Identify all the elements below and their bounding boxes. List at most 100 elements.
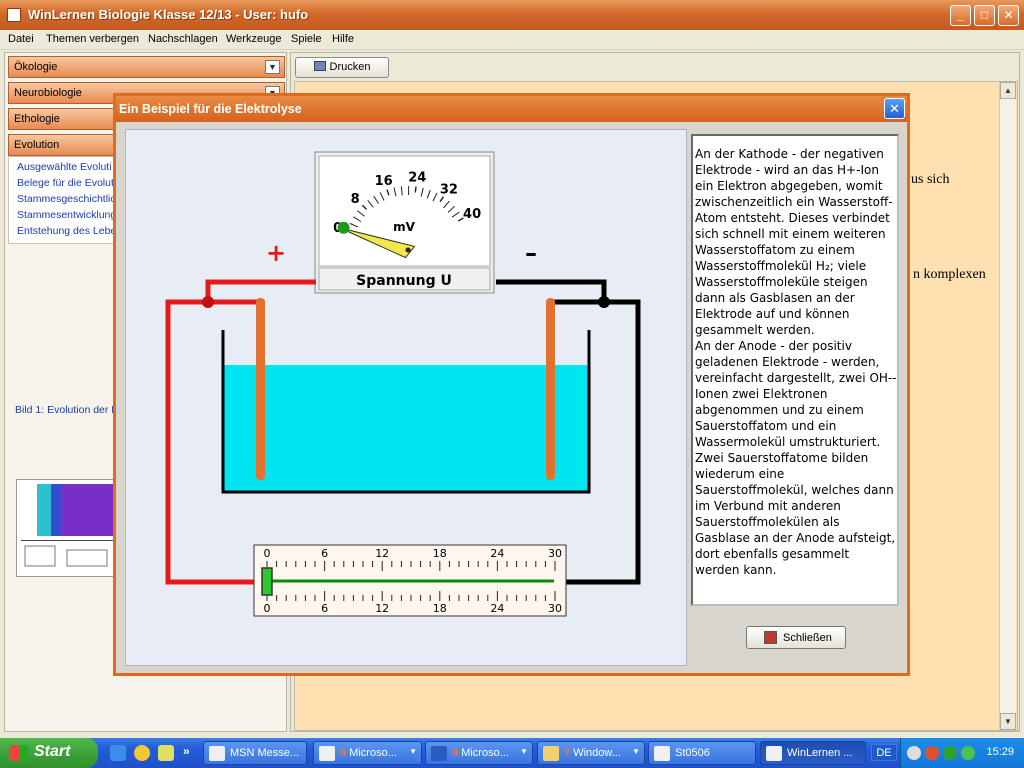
window-title: WinLernen Biologie Klasse 12/13 - User: … — [28, 7, 309, 22]
meter-scale-label: 24 — [408, 171, 426, 186]
task-msn-messenger[interactable]: MSN Messe... — [203, 741, 307, 765]
slider-scale-label: 24 — [490, 602, 504, 615]
slider-scale-label: 18 — [433, 602, 447, 615]
negative-sign: – — [525, 239, 537, 267]
dialog-titlebar[interactable]: Ein Beispiel für die Elektrolyse ✕ — [116, 96, 907, 122]
electrolysis-dialog: Ein Beispiel für die Elektrolyse ✕ Spann… — [113, 93, 910, 676]
menu-bar: Datei Themen verbergen Nachschlagen Werk… — [0, 30, 1024, 50]
task-label-wrap: 6 Microso... — [340, 747, 397, 759]
slider-thumb[interactable] — [261, 567, 273, 596]
task-winlernen[interactable]: WinLernen ... — [760, 741, 866, 765]
task-count: 7 — [564, 747, 571, 759]
topic-link[interactable]: Entstehung des Lebe — [17, 225, 116, 237]
content-text-fragment: us sich — [911, 172, 950, 187]
task-count: 8 — [452, 747, 459, 759]
tray-security-icon[interactable] — [943, 746, 957, 760]
slider-scale-label: 0 — [264, 602, 271, 615]
menu-themen-verbergen[interactable]: Themen verbergen — [46, 33, 139, 45]
taskbar: Start » MSN Messe... 6 Microso... ▼ 8 Mi… — [0, 738, 1024, 768]
task-label-wrap: 7 Window... — [564, 747, 621, 759]
task-count: 6 — [340, 747, 347, 759]
simulation-graphic: Spannung U mV 0 8 16 24 32 40 + – — [165, 151, 641, 617]
menu-datei[interactable]: Datei — [8, 33, 34, 45]
scroll-up-icon[interactable]: ▲ — [1000, 82, 1016, 99]
print-button[interactable]: Drucken — [295, 57, 389, 78]
maximize-button[interactable]: □ — [974, 5, 995, 26]
menu-hilfe[interactable]: Hilfe — [332, 33, 354, 45]
dropdown-arrow-icon: ▼ — [632, 747, 640, 756]
section-label: Ökologie — [14, 61, 58, 73]
cathode-electrode — [546, 298, 555, 480]
start-label: Start — [34, 743, 71, 760]
meter-scale-label: 40 — [463, 207, 481, 222]
meter-unit: mV — [393, 220, 416, 234]
task-label: MSN Messe... — [230, 747, 300, 759]
slider-scale-label: 6 — [321, 547, 328, 560]
menu-nachschlagen[interactable]: Nachschlagen — [148, 33, 218, 45]
topic-link[interactable]: Stammesgeschichtlic — [17, 193, 116, 205]
meter-label: Spannung U — [356, 273, 452, 289]
quicklaunch-app-icon[interactable] — [158, 745, 174, 761]
task-label-wrap: 8 Microso... — [452, 747, 509, 759]
app-icon — [654, 746, 670, 761]
system-tray: 15:29 — [900, 738, 1024, 768]
app-group-icon — [319, 746, 335, 761]
start-button[interactable]: Start — [0, 738, 98, 768]
task-group-windows-7[interactable]: 7 Window... ▼ — [537, 741, 645, 765]
minimize-button[interactable]: _ — [950, 5, 971, 26]
explanation-paragraph-cathode: An der Kathode - der negativen Elektrode… — [695, 147, 893, 337]
section-label: Evolution — [14, 139, 60, 151]
electrolysis-simulation: Spannung U mV 0 8 16 24 32 40 + – — [125, 129, 687, 666]
close-window-button[interactable]: ✕ — [998, 5, 1019, 26]
voltmeter: Spannung U mV 0816243240 — [314, 151, 495, 294]
slider-scale-label: 0 — [264, 547, 271, 560]
explanation-text: An der Kathode - der negativen Elektrode… — [691, 134, 899, 606]
task-group-microsoft-8[interactable]: 8 Microso... ▼ — [425, 741, 533, 765]
topic-link[interactable]: Ausgewählte Evoluti — [17, 161, 112, 173]
topic-link[interactable]: Stammesentwicklung — [17, 209, 116, 221]
task-st0506[interactable]: St0506 — [648, 741, 756, 765]
winlernen-icon — [766, 746, 782, 761]
task-label: Window... — [573, 747, 621, 759]
slider-handle[interactable] — [261, 567, 273, 596]
content-scrollbar[interactable]: ▲ ▼ — [999, 82, 1016, 730]
quicklaunch-more-icon[interactable]: » — [183, 744, 190, 758]
task-label: Microso... — [349, 747, 397, 759]
meter-scale-label: 16 — [375, 174, 393, 189]
windows-flag-icon — [10, 745, 28, 761]
folder-icon — [543, 746, 559, 761]
dialog-close-icon[interactable]: ✕ — [884, 98, 905, 119]
task-label: WinLernen ... — [787, 747, 853, 759]
chevron-down-icon[interactable]: ▼ — [265, 60, 280, 74]
meter-tick — [414, 186, 417, 193]
task-label: Microso... — [461, 747, 509, 759]
thumbnail-graphic — [21, 484, 127, 567]
word-icon — [431, 746, 447, 761]
tray-expand-icon[interactable] — [907, 746, 921, 760]
scroll-down-icon[interactable]: ▼ — [1000, 713, 1016, 730]
close-button-label: Schließen — [783, 632, 832, 644]
menu-spiele[interactable]: Spiele — [291, 33, 322, 45]
positive-sign: + — [266, 239, 286, 267]
topic-link[interactable]: Belege für die Evolut — [17, 177, 114, 189]
menu-werkzeuge[interactable]: Werkzeuge — [226, 33, 281, 45]
sidebar-section-oekologie[interactable]: Ökologie ▼ — [8, 56, 285, 78]
window-titlebar[interactable]: WinLernen Biologie Klasse 12/13 - User: … — [0, 0, 1024, 30]
language-indicator[interactable]: DE — [871, 744, 897, 761]
close-dialog-button[interactable]: Schließen — [746, 626, 846, 649]
evolution-thumbnail-image[interactable] — [16, 479, 127, 577]
internet-explorer-icon[interactable] — [110, 745, 126, 761]
tray-app-icon[interactable] — [961, 746, 975, 760]
slider-scale-label: 30 — [548, 602, 562, 615]
image-caption[interactable]: Bild 1: Evolution der E — [15, 404, 118, 416]
dialog-title: Ein Beispiel für die Elektrolyse — [119, 102, 302, 116]
meter-scale-label: 8 — [351, 192, 360, 207]
slider-scale-label: 6 — [321, 602, 328, 615]
tray-network-icon[interactable] — [925, 746, 939, 760]
exit-door-icon — [764, 631, 777, 644]
media-player-icon[interactable] — [134, 745, 150, 761]
task-group-microsoft-6[interactable]: 6 Microso... ▼ — [313, 741, 422, 765]
explanation-paragraph-anode: An der Anode - der positiv geladenen Ele… — [695, 339, 897, 577]
voltage-slider[interactable]: 0 0 6 6 12 12 18 18 24 24 30 30 — [253, 544, 567, 617]
slider-scale-label: 30 — [548, 547, 562, 560]
